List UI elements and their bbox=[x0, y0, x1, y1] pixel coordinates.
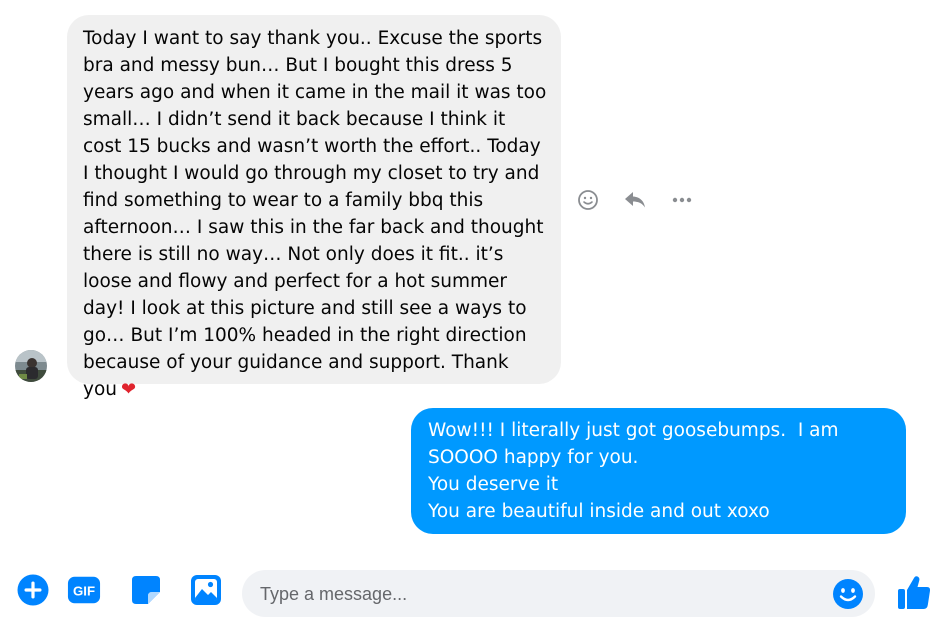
react-icon bbox=[578, 190, 598, 210]
reply-button[interactable] bbox=[622, 187, 648, 213]
message-hover-actions bbox=[575, 187, 695, 213]
outgoing-message-line: Wow!!! I literally just got goosebumps. … bbox=[428, 420, 839, 441]
image-icon bbox=[191, 575, 221, 605]
send-like-button[interactable] bbox=[894, 570, 934, 614]
react-button[interactable] bbox=[575, 187, 601, 213]
reply-icon bbox=[625, 192, 645, 208]
more-icon bbox=[672, 197, 692, 203]
message-input-container bbox=[242, 570, 875, 619]
outgoing-message-line: You are beautiful inside and out xoxo bbox=[428, 501, 770, 522]
avatar-photo bbox=[15, 350, 47, 382]
message-input[interactable] bbox=[258, 570, 822, 619]
photo-button[interactable] bbox=[189, 573, 223, 607]
outgoing-message-bubble[interactable]: Wow!!! I literally just got goosebumps. … bbox=[411, 408, 906, 534]
smile-icon bbox=[833, 579, 863, 609]
sticker-icon bbox=[132, 576, 160, 604]
outgoing-message-line: SOOOO happy for you. bbox=[428, 447, 639, 468]
thumbs-up-icon bbox=[898, 576, 931, 609]
sticker-button[interactable] bbox=[129, 573, 163, 607]
plus-icon bbox=[17, 574, 49, 606]
red-heart-emoji: ❤ bbox=[121, 379, 137, 400]
gif-icon: GIF bbox=[67, 576, 101, 604]
contact-avatar[interactable] bbox=[15, 350, 47, 382]
incoming-message-body: Today I want to say thank you.. Excuse t… bbox=[83, 28, 547, 400]
incoming-message-text: Today I want to say thank you.. Excuse t… bbox=[83, 25, 547, 403]
gif-label: GIF bbox=[73, 584, 95, 599]
emoji-button[interactable] bbox=[831, 577, 865, 611]
incoming-message-bubble[interactable]: Today I want to say thank you.. Excuse t… bbox=[67, 15, 561, 400]
gif-button[interactable]: GIF bbox=[67, 573, 101, 607]
more-actions-button[interactable] bbox=[16, 573, 50, 607]
outgoing-message-line: You deserve it bbox=[428, 474, 559, 495]
more-button[interactable] bbox=[669, 187, 695, 213]
message-thread: Today I want to say thank you.. Excuse t… bbox=[0, 0, 938, 556]
